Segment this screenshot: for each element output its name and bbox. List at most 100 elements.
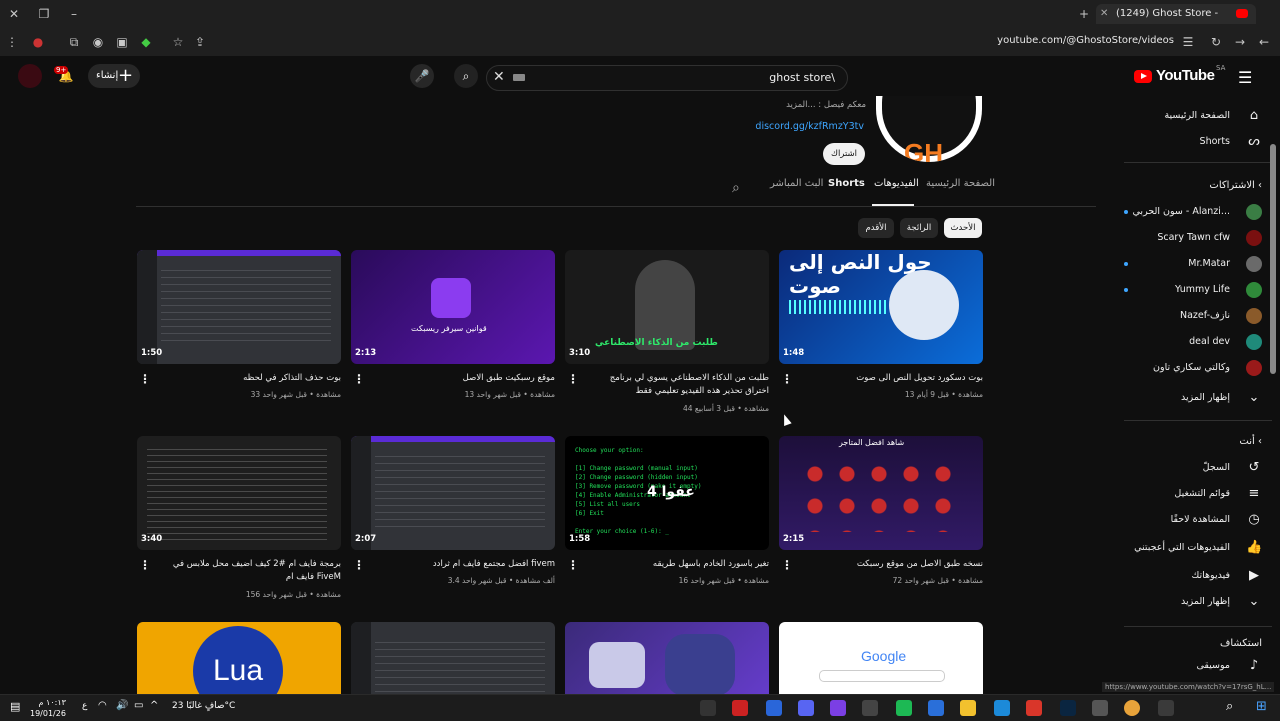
photoshop-icon[interactable] xyxy=(1060,700,1076,716)
video-title[interactable]: برمجة فايف ام #2 كيف اضيف محل ملابس في ف… xyxy=(171,558,341,584)
minimize-window-icon[interactable]: – xyxy=(66,7,82,21)
new-tab-icon[interactable]: + xyxy=(1076,7,1092,21)
tab-live[interactable]: البث المباشر xyxy=(770,178,823,189)
video-card[interactable]: Google xyxy=(779,622,983,694)
subscription-item[interactable]: Mr.Matar xyxy=(1118,252,1268,278)
browser-tab[interactable]: ✕ (1249) Ghost Store - YouTube xyxy=(1096,4,1256,39)
video-card[interactable] xyxy=(351,622,555,694)
subscribe-button[interactable]: اشتراك xyxy=(823,143,865,165)
sidebar-item-your-videos[interactable]: فيديوهاتك ▶ xyxy=(1118,564,1268,590)
hamburger-menu-icon[interactable]: ☰ xyxy=(1238,68,1252,87)
tray-chevron-icon[interactable]: ^ xyxy=(150,700,158,711)
volume-icon[interactable]: 🔊 xyxy=(116,700,128,711)
video-thumbnail[interactable]: Choose your option: [1] Change password … xyxy=(565,436,769,550)
video-thumbnail[interactable]: طلبت من الذكاء الاصطناعي 3:10 xyxy=(565,250,769,364)
video-card[interactable]: Lua xyxy=(137,622,341,694)
video-menu-icon[interactable]: ⋮ xyxy=(781,372,793,386)
channel-description[interactable]: معكم فيصل : ...المزيد xyxy=(786,100,866,110)
sidebar-item-history[interactable]: السجلّ ↺ xyxy=(1118,456,1268,482)
chip-oldest[interactable]: الأقدم xyxy=(858,218,894,238)
video-card[interactable] xyxy=(565,622,769,694)
video-title[interactable]: طلبت من الذكاء الاصطناعي يسوي لي برنامج … xyxy=(599,372,769,398)
voice-search-mic-icon[interactable]: 🎤 xyxy=(410,64,434,88)
windows-start-icon[interactable]: ⊞ xyxy=(1256,699,1267,714)
chip-latest[interactable]: الأحدث xyxy=(944,218,982,238)
app-icon[interactable] xyxy=(896,700,912,716)
sidebar-item-watch-later[interactable]: المشاهدة لاحقًا ◷ xyxy=(1118,508,1268,534)
extension-icon[interactable]: ● xyxy=(30,35,46,49)
app-icon[interactable] xyxy=(928,700,944,716)
video-thumbnail[interactable]: قوانين سيرفر ريسبكت 2:13 xyxy=(351,250,555,364)
video-thumbnail[interactable]: Google xyxy=(779,622,983,694)
video-menu-icon[interactable]: ⋮ xyxy=(353,558,365,572)
video-title[interactable]: موقع رسبكيت طبق الاصل xyxy=(385,372,555,385)
app-icon[interactable] xyxy=(766,700,782,716)
file-explorer-icon[interactable] xyxy=(960,700,976,716)
app-icon[interactable] xyxy=(830,700,846,716)
task-view-icon[interactable] xyxy=(1158,700,1174,716)
video-title[interactable]: تغير باسورد الخادم باسهل طريقه xyxy=(599,558,769,571)
weather-widget[interactable]: صافٍ غالبًا 23°C xyxy=(172,701,235,711)
clear-search-icon[interactable]: ✕ xyxy=(493,69,505,85)
edge-icon[interactable] xyxy=(994,700,1010,716)
discord-icon[interactable] xyxy=(798,700,814,716)
menu-dots-icon[interactable]: ⋮ xyxy=(4,35,20,49)
video-thumbnail[interactable]: شاهد افضل المتاجر 2:15 xyxy=(779,436,983,550)
subscription-item[interactable]: Nazef-نازف xyxy=(1118,304,1268,330)
video-title[interactable]: بوت دسكورد تحويل النص الى صوت xyxy=(813,372,983,385)
input-language[interactable]: ع xyxy=(82,701,87,711)
app-icon[interactable] xyxy=(862,700,878,716)
sidebar-item-liked[interactable]: الفيديوهات التي أعجبتني 👍 xyxy=(1118,536,1268,562)
video-thumbnail[interactable]: حول النص إلى صوت 1:48 xyxy=(779,250,983,364)
create-button[interactable]: إنشاء + xyxy=(88,64,140,88)
video-menu-icon[interactable]: ⋮ xyxy=(139,558,151,572)
screenshot-icon[interactable]: ▣ xyxy=(114,35,130,49)
account-avatar[interactable] xyxy=(18,64,42,88)
chrome-icon[interactable] xyxy=(1124,700,1140,716)
back-icon[interactable]: ← xyxy=(1256,35,1272,49)
search-button-icon[interactable]: ⌕ xyxy=(454,64,478,88)
subscriptions-header[interactable]: الاشتراكات ‹ xyxy=(1209,180,1262,191)
tab-videos[interactable]: الفيديوهات xyxy=(874,178,919,189)
bookmark-star-icon[interactable]: ☆ xyxy=(170,35,186,49)
wifi-icon[interactable]: ◠ xyxy=(98,700,107,711)
extensions-puzzle-icon[interactable]: ⧉ xyxy=(66,35,82,49)
app-icon[interactable] xyxy=(1026,700,1042,716)
video-title[interactable]: افضل مجتمع فايف ام ثرادد fivem xyxy=(385,558,555,571)
forward-icon[interactable]: → xyxy=(1232,35,1248,49)
close-window-icon[interactable]: ✕ xyxy=(6,7,22,21)
video-thumbnail[interactable]: Lua xyxy=(137,622,341,694)
chip-popular[interactable]: الرائجة xyxy=(900,218,938,238)
address-bar[interactable]: youtube.com/@GhostoStore/videos xyxy=(997,35,1174,46)
video-thumbnail[interactable] xyxy=(351,622,555,694)
video-menu-icon[interactable]: ⋮ xyxy=(781,558,793,572)
video-menu-icon[interactable]: ⋮ xyxy=(567,558,579,572)
channel-search-icon[interactable]: ⌕ xyxy=(732,180,740,196)
subscription-item[interactable]: سون الحربي - Alanzi... xyxy=(1118,200,1268,226)
app-icon[interactable] xyxy=(1092,700,1108,716)
video-title[interactable]: بوت حذف التذاكر في لحظه xyxy=(171,372,341,385)
subscription-item[interactable]: deal dev xyxy=(1118,330,1268,356)
search-input[interactable]: ✕ ghost store\ xyxy=(486,65,848,91)
sidebar-item-home[interactable]: الصفحة الرئيسية ⌂ xyxy=(1118,104,1268,130)
video-thumbnail[interactable] xyxy=(565,622,769,694)
app-icon[interactable] xyxy=(732,700,748,716)
channel-link[interactable]: discord.gg/kzfRmzY3tv xyxy=(755,121,864,132)
tab-home[interactable]: الصفحة الرئيسية xyxy=(926,178,995,189)
app-icon[interactable] xyxy=(700,700,716,716)
video-title[interactable]: نسخه طبق الاصل من موقع رسبكت xyxy=(813,558,983,571)
you-header[interactable]: أنت ‹ xyxy=(1239,436,1262,447)
notification-center-icon[interactable]: ▤ xyxy=(10,700,20,713)
sidebar-show-more-you[interactable]: إظهار المزيد ⌄ xyxy=(1118,590,1268,616)
share-icon[interactable]: ⇪ xyxy=(192,35,208,49)
tab-shorts[interactable]: Shorts xyxy=(828,178,865,189)
video-thumbnail[interactable]: 3:40 xyxy=(137,436,341,550)
video-menu-icon[interactable]: ⋮ xyxy=(139,372,151,386)
vpn-icon[interactable]: ◆ xyxy=(138,35,154,49)
sidebar-show-more[interactable]: إظهار المزيد ⌄ xyxy=(1118,386,1268,412)
battery-icon[interactable]: ▭ xyxy=(134,700,143,711)
video-thumbnail[interactable]: 1:50 xyxy=(137,250,341,364)
keyboard-icon[interactable] xyxy=(513,74,525,81)
subscription-item[interactable]: Scary Tawn cfw xyxy=(1118,226,1268,252)
restore-window-icon[interactable]: ❐ xyxy=(36,7,52,21)
